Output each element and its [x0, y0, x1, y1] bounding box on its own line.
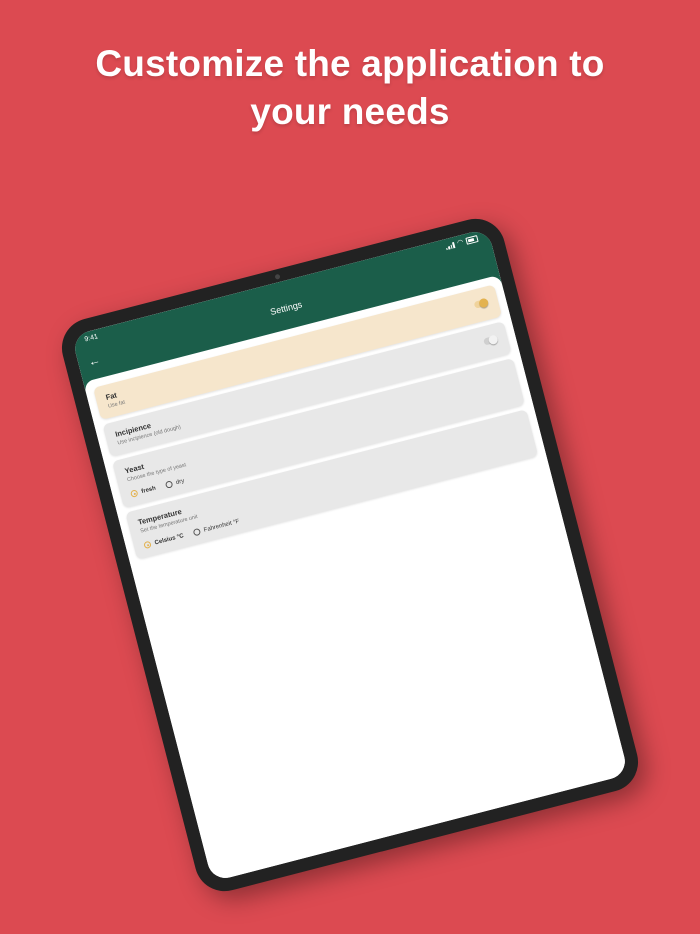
yeast-option-fresh[interactable]: fresh: [129, 485, 157, 498]
temperature-option-celsius[interactable]: Celsius °C: [143, 532, 185, 550]
status-icons: ◠: [445, 235, 479, 250]
tablet-device: 9:41 ◠ ← Settings Fat Use fat Incipience…: [55, 212, 645, 898]
headline: Customize the application to your needs: [0, 40, 700, 136]
radio-selected-icon: [143, 540, 152, 550]
yeast-option-dry[interactable]: dry: [164, 477, 185, 489]
radio-selected-icon: [129, 489, 139, 498]
signal-icon: [445, 241, 456, 250]
headline-line-1: Customize the application to: [95, 43, 605, 84]
settings-list: Fat Use fat Incipience Use incipience (o…: [83, 274, 629, 882]
headline-line-2: your needs: [250, 91, 450, 132]
wifi-icon: ◠: [456, 238, 465, 247]
camera-icon: [274, 273, 281, 280]
battery-icon: [465, 235, 479, 245]
status-time: 9:41: [83, 333, 99, 344]
tablet-screen: 9:41 ◠ ← Settings Fat Use fat Incipience…: [71, 228, 629, 882]
temperature-option-fahrenheit-label: Fahrenheit °F: [203, 518, 240, 534]
radio-unselected-icon: [164, 480, 174, 489]
yeast-option-dry-label: dry: [175, 477, 185, 486]
temperature-option-fahrenheit[interactable]: Fahrenheit °F: [192, 518, 240, 537]
temperature-option-celsius-label: Celsius °C: [154, 532, 185, 546]
radio-unselected-icon: [192, 527, 201, 537]
yeast-option-fresh-label: fresh: [140, 485, 157, 495]
